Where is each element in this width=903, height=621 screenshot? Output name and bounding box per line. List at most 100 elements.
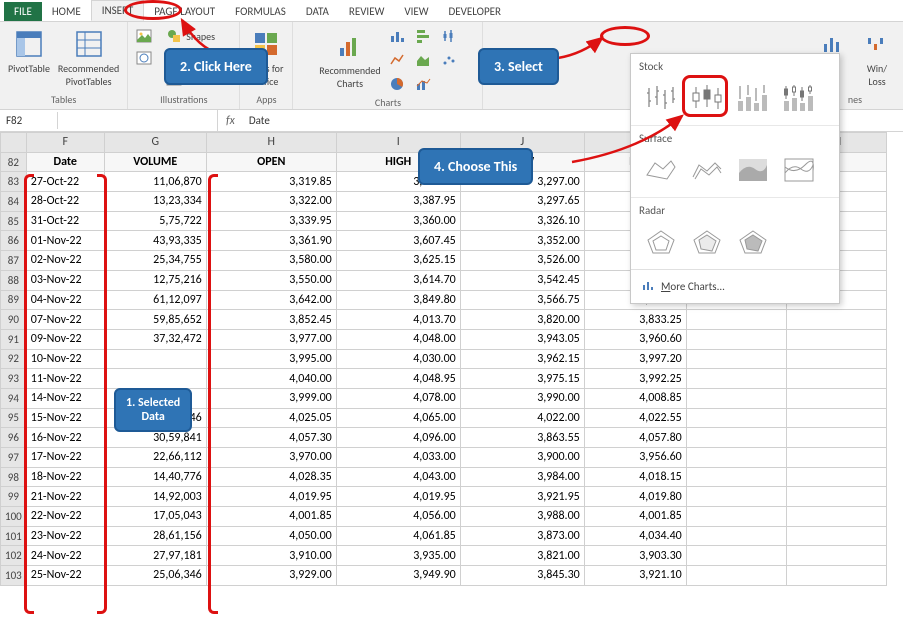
cell[interactable] bbox=[686, 526, 786, 546]
cell[interactable]: 3,821.00 bbox=[460, 546, 584, 566]
cell[interactable] bbox=[786, 467, 886, 487]
cell[interactable]: 3,995.00 bbox=[206, 349, 336, 369]
cell[interactable]: 3,580.00 bbox=[206, 251, 336, 271]
cell[interactable]: 3,949.90 bbox=[336, 566, 460, 586]
bar-chart-button[interactable] bbox=[413, 26, 433, 46]
cell[interactable]: 4,001.85 bbox=[584, 507, 686, 527]
cell[interactable]: 3,970.00 bbox=[206, 448, 336, 468]
more-charts-button[interactable]: More Charts... bbox=[631, 269, 839, 303]
cell[interactable]: 3,990.00 bbox=[460, 388, 584, 408]
column-header[interactable]: F bbox=[26, 133, 104, 153]
cell[interactable]: 3,929.00 bbox=[206, 566, 336, 586]
cell[interactable]: 3,607.45 bbox=[336, 231, 460, 251]
cell[interactable] bbox=[786, 310, 886, 330]
cell[interactable]: 28-Oct-22 bbox=[26, 192, 104, 212]
cell[interactable] bbox=[686, 467, 786, 487]
cell[interactable]: 3,360.00 bbox=[336, 211, 460, 231]
cell[interactable]: 11,06,870 bbox=[104, 172, 206, 192]
cell[interactable] bbox=[686, 349, 786, 369]
column-header[interactable]: G bbox=[104, 133, 206, 153]
cell[interactable]: 28,61,156 bbox=[104, 526, 206, 546]
row-header[interactable]: 83 bbox=[1, 172, 27, 192]
cell[interactable]: 4,019.95 bbox=[206, 487, 336, 507]
cell[interactable] bbox=[786, 526, 886, 546]
cell[interactable]: 27,97,181 bbox=[104, 546, 206, 566]
cell[interactable] bbox=[686, 369, 786, 389]
cell[interactable]: 4,001.85 bbox=[206, 507, 336, 527]
row-header[interactable]: 88 bbox=[1, 270, 27, 290]
pivottable-button[interactable]: PivotTable bbox=[6, 26, 52, 77]
cell[interactable]: 3,863.55 bbox=[460, 428, 584, 448]
cell[interactable]: 3,921.10 bbox=[584, 566, 686, 586]
cell[interactable]: 3,319.85 bbox=[206, 172, 336, 192]
row-header[interactable]: 96 bbox=[1, 428, 27, 448]
cell[interactable]: 12,75,216 bbox=[104, 270, 206, 290]
cell[interactable]: 3,960.60 bbox=[584, 329, 686, 349]
cell[interactable]: 3,984.00 bbox=[460, 467, 584, 487]
cell[interactable]: 3,956.60 bbox=[584, 448, 686, 468]
row-header[interactable]: 100 bbox=[1, 507, 27, 527]
cell[interactable]: 3,387.95 bbox=[336, 192, 460, 212]
row-header[interactable]: 94 bbox=[1, 388, 27, 408]
cell[interactable]: 31-Oct-22 bbox=[26, 211, 104, 231]
cell[interactable]: 3,339.95 bbox=[206, 211, 336, 231]
combo-chart-button[interactable] bbox=[413, 74, 433, 94]
cell[interactable] bbox=[686, 428, 786, 448]
cell[interactable] bbox=[686, 388, 786, 408]
cell[interactable]: 43,93,335 bbox=[104, 231, 206, 251]
cell[interactable]: 25,34,755 bbox=[104, 251, 206, 271]
cell[interactable]: 4,048.95 bbox=[336, 369, 460, 389]
cell[interactable]: 61,12,097 bbox=[104, 290, 206, 310]
cell[interactable]: 3,997.20 bbox=[584, 349, 686, 369]
cell[interactable]: 3,900.00 bbox=[460, 448, 584, 468]
row-header[interactable]: 92 bbox=[1, 349, 27, 369]
cell[interactable]: 23-Nov-22 bbox=[26, 526, 104, 546]
cell[interactable] bbox=[686, 408, 786, 428]
cell[interactable]: 3,297.65 bbox=[460, 192, 584, 212]
pie-chart-button[interactable] bbox=[387, 74, 407, 94]
cell[interactable]: 4,019.80 bbox=[584, 487, 686, 507]
cell[interactable]: 21-Nov-22 bbox=[26, 487, 104, 507]
cell[interactable]: 3,903.30 bbox=[584, 546, 686, 566]
cell[interactable]: 17-Nov-22 bbox=[26, 448, 104, 468]
stock-vhlc-button[interactable] bbox=[733, 81, 773, 115]
cell[interactable]: 3,322.00 bbox=[206, 192, 336, 212]
cell[interactable]: 4,028.35 bbox=[206, 467, 336, 487]
surface-contour-button[interactable] bbox=[733, 153, 773, 187]
online-pictures-button[interactable] bbox=[134, 48, 154, 68]
cell[interactable]: 25-Nov-22 bbox=[26, 566, 104, 586]
stock-chart-dropdown[interactable] bbox=[439, 26, 459, 46]
cell[interactable]: 22,66,112 bbox=[104, 448, 206, 468]
row-header[interactable]: 86 bbox=[1, 231, 27, 251]
row-header[interactable]: 89 bbox=[1, 290, 27, 310]
cell[interactable]: 09-Nov-22 bbox=[26, 329, 104, 349]
cell[interactable]: 4,008.85 bbox=[584, 388, 686, 408]
name-box[interactable]: F82 bbox=[0, 112, 58, 129]
cell[interactable]: 3,849.80 bbox=[336, 290, 460, 310]
row-header[interactable]: 101 bbox=[1, 526, 27, 546]
scatter-chart-button[interactable] bbox=[439, 50, 459, 70]
cell[interactable]: 3,352.00 bbox=[460, 231, 584, 251]
cell[interactable]: 4,065.00 bbox=[336, 408, 460, 428]
cell[interactable]: 4,050.00 bbox=[206, 526, 336, 546]
tab-data[interactable]: DATA bbox=[296, 2, 339, 21]
cell[interactable] bbox=[786, 349, 886, 369]
cell[interactable]: 5,75,722 bbox=[104, 211, 206, 231]
row-header[interactable]: 99 bbox=[1, 487, 27, 507]
cell[interactable] bbox=[786, 507, 886, 527]
cell[interactable]: 4,025.05 bbox=[206, 408, 336, 428]
radar-filled-button[interactable] bbox=[733, 225, 773, 259]
cell[interactable]: 4,030.00 bbox=[336, 349, 460, 369]
cell[interactable]: 3,833.25 bbox=[584, 310, 686, 330]
row-header[interactable]: 102 bbox=[1, 546, 27, 566]
cell[interactable]: 3,873.00 bbox=[460, 526, 584, 546]
cell[interactable] bbox=[786, 487, 886, 507]
cell[interactable]: 4,057.80 bbox=[584, 428, 686, 448]
row-header[interactable]: 97 bbox=[1, 448, 27, 468]
cell[interactable]: 24-Nov-22 bbox=[26, 546, 104, 566]
recommended-pivottables-button[interactable]: Recommended PivotTables bbox=[56, 26, 121, 90]
cell[interactable]: 3,625.15 bbox=[336, 251, 460, 271]
cell[interactable]: 3,977.00 bbox=[206, 329, 336, 349]
cell[interactable]: 3,566.75 bbox=[460, 290, 584, 310]
cell[interactable]: 4,048.00 bbox=[336, 329, 460, 349]
